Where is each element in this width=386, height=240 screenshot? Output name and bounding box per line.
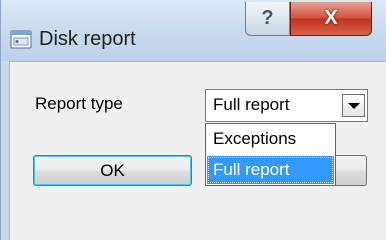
ok-button[interactable]: OK: [33, 155, 192, 186]
help-icon: ?: [261, 7, 274, 29]
disk-report-window: Disk report ? X Report type Full report …: [0, 0, 386, 240]
close-button[interactable]: X: [290, 2, 372, 36]
report-type-dropdown-list[interactable]: Exceptions Full report: [205, 123, 336, 186]
dropdown-arrow-icon[interactable]: [342, 94, 365, 117]
report-type-label: Report type: [35, 94, 123, 113]
option-exceptions[interactable]: Exceptions: [207, 125, 334, 153]
help-button[interactable]: ?: [245, 2, 290, 36]
window-title: Disk report: [39, 28, 136, 50]
report-type-combobox[interactable]: Full report: [205, 89, 368, 122]
disk-report-app-icon: [10, 30, 32, 50]
title-bar[interactable]: Disk report ? X: [1, 0, 386, 61]
close-icon: X: [324, 7, 338, 29]
option-full-report[interactable]: Full report: [207, 156, 334, 184]
report-type-value: Full report: [213, 95, 290, 114]
